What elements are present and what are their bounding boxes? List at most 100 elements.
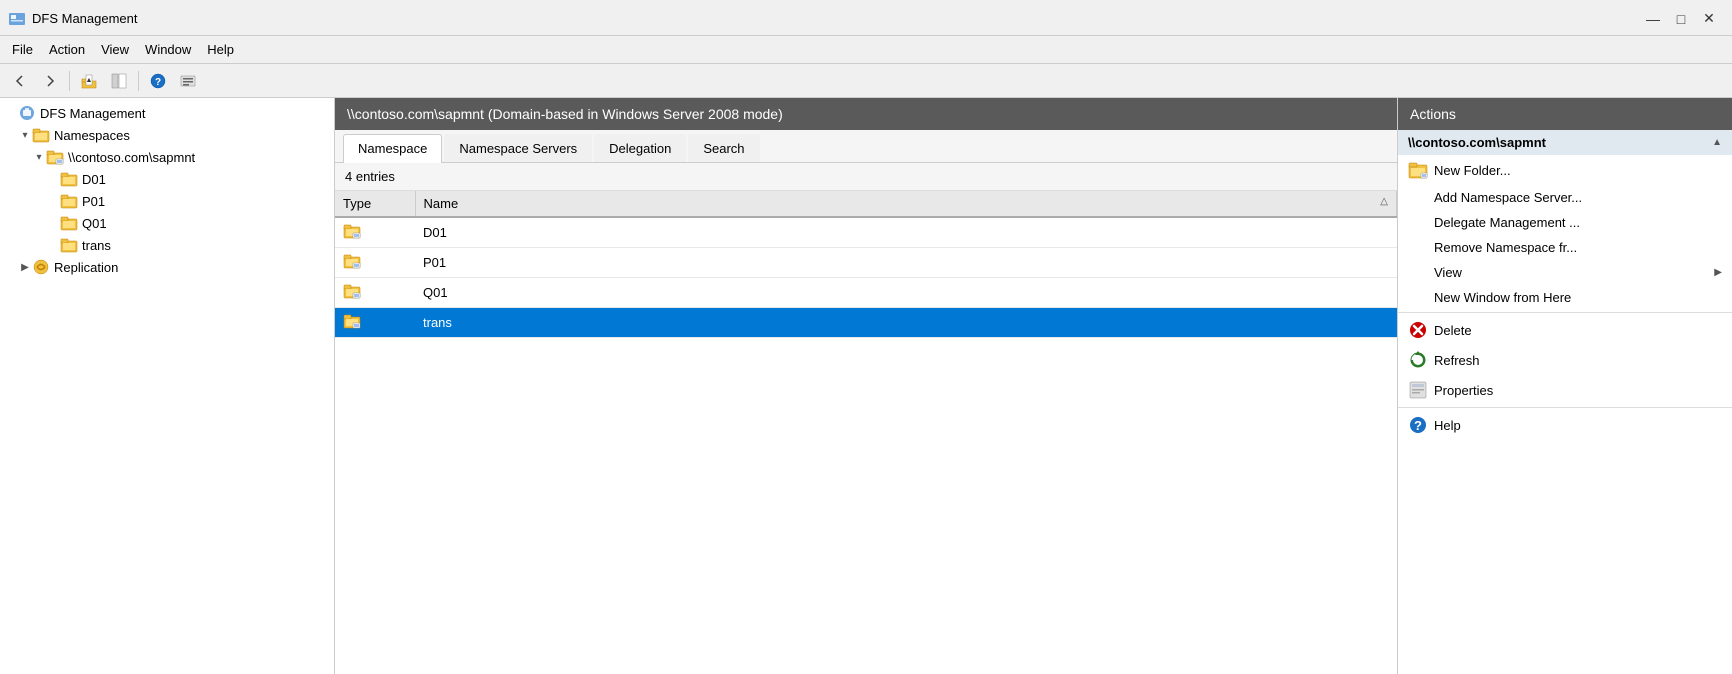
- col-type-label: Type: [343, 196, 371, 211]
- tree-label-replication: Replication: [54, 260, 118, 275]
- actions-section-title-text: \\contoso.com\sapmnt: [1408, 135, 1546, 150]
- table-row[interactable]: Q01: [335, 278, 1397, 308]
- toolbar: ▲ ?: [0, 64, 1732, 98]
- tab-namespace[interactable]: Namespace: [343, 134, 442, 163]
- dfs-management-icon: [18, 104, 36, 122]
- table-header-row: Type Name △: [335, 191, 1397, 217]
- window-controls: — □ ✕: [1640, 9, 1722, 29]
- tree-item-dfs-management[interactable]: DFS Management: [0, 102, 334, 124]
- tree-item-P01[interactable]: P01: [42, 190, 334, 212]
- expand-replication: ▶: [18, 262, 32, 273]
- properties-icon: [1408, 380, 1428, 400]
- folder-trans-icon: [60, 236, 78, 254]
- action-new-folder-label: New Folder...: [1434, 163, 1511, 178]
- action-add-ns-server-label: Add Namespace Server...: [1434, 190, 1582, 205]
- cell-name-q01: Q01: [415, 278, 1397, 308]
- title-bar: DFS Management — □ ✕: [0, 0, 1732, 36]
- expand-namespaces: ▾: [18, 130, 32, 141]
- up-button[interactable]: ▲: [75, 68, 103, 94]
- action-properties[interactable]: Properties: [1398, 375, 1732, 405]
- expand-sapmnt: ▾: [32, 152, 46, 163]
- content-header-text: \\contoso.com\sapmnt (Domain-based in Wi…: [347, 106, 783, 122]
- cell-type-q01: [335, 278, 415, 308]
- refresh-icon: [1408, 350, 1428, 370]
- tree-item-namespaces[interactable]: ▾ Namespaces: [14, 124, 334, 146]
- actions-divider-2: [1398, 407, 1732, 408]
- content-panel: \\contoso.com\sapmnt (Domain-based in Wi…: [335, 98, 1397, 674]
- actions-divider-1: [1398, 312, 1732, 313]
- col-name[interactable]: Name △: [415, 191, 1397, 217]
- maximize-button[interactable]: □: [1668, 9, 1694, 29]
- tree-item-replication[interactable]: ▶ Replication: [14, 256, 334, 278]
- tree-item-trans[interactable]: trans: [42, 234, 334, 256]
- section-collapse-arrow: ▲: [1712, 137, 1722, 148]
- action-new-folder[interactable]: New Folder...: [1398, 155, 1732, 185]
- menu-bar: File Action View Window Help: [0, 36, 1732, 64]
- cell-name-d01: D01: [415, 217, 1397, 248]
- menu-window[interactable]: Window: [137, 40, 199, 59]
- minimize-button[interactable]: —: [1640, 9, 1666, 29]
- table-row[interactable]: trans: [335, 308, 1397, 338]
- tree-item-D01[interactable]: D01: [42, 168, 334, 190]
- action-delete[interactable]: Delete: [1398, 315, 1732, 345]
- tree-label-D01: D01: [82, 172, 106, 187]
- action-help-label: Help: [1434, 418, 1461, 433]
- col-type[interactable]: Type: [335, 191, 415, 217]
- cell-type-trans: [335, 308, 415, 338]
- delete-icon: [1408, 320, 1428, 340]
- help-icon: ?: [1408, 415, 1428, 435]
- close-button[interactable]: ✕: [1696, 9, 1722, 29]
- help-toolbar-button[interactable]: ?: [144, 68, 172, 94]
- app-icon: [8, 10, 26, 28]
- replication-icon: [32, 258, 50, 276]
- forward-button[interactable]: [36, 68, 64, 94]
- show-hide-button[interactable]: [105, 68, 133, 94]
- tree-item-Q01[interactable]: Q01: [42, 212, 334, 234]
- table-row[interactable]: P01: [335, 248, 1397, 278]
- tree-label-namespaces: Namespaces: [54, 128, 130, 143]
- tabs-bar: Namespace Namespace Servers Delegation S…: [335, 130, 1397, 163]
- actions-section-sapmnt[interactable]: \\contoso.com\sapmnt ▲: [1398, 130, 1732, 155]
- action-properties-label: Properties: [1434, 383, 1493, 398]
- action-view[interactable]: View ▶: [1398, 260, 1732, 285]
- menu-view[interactable]: View: [93, 40, 137, 59]
- tab-namespace-servers[interactable]: Namespace Servers: [444, 134, 592, 162]
- action-delegate-management[interactable]: Delegate Management ...: [1398, 210, 1732, 235]
- tab-delegation[interactable]: Delegation: [594, 134, 686, 162]
- action-help[interactable]: ? Help: [1398, 410, 1732, 440]
- row-folder-selected-icon: [343, 312, 361, 330]
- folder-P01-icon: [60, 192, 78, 210]
- action-delegate-label: Delegate Management ...: [1434, 215, 1580, 230]
- tree-label-P01: P01: [82, 194, 105, 209]
- toolbar-separator-2: [138, 71, 139, 91]
- menu-help[interactable]: Help: [199, 40, 242, 59]
- menu-action[interactable]: Action: [41, 40, 93, 59]
- folder-Q01-icon: [60, 214, 78, 232]
- tree-item-sapmnt[interactable]: ▾ \\contoso.com\sapmnt: [28, 146, 334, 168]
- cell-name-trans: trans: [415, 308, 1397, 338]
- back-button[interactable]: [6, 68, 34, 94]
- tab-search[interactable]: Search: [688, 134, 759, 162]
- entries-count: 4 entries: [335, 163, 1397, 191]
- action-new-window[interactable]: New Window from Here: [1398, 285, 1732, 310]
- table-row[interactable]: D01: [335, 217, 1397, 248]
- namespace-table: Type Name △: [335, 191, 1397, 338]
- tree-panel: DFS Management ▾ Namespaces ▾ \\contoso.…: [0, 98, 335, 674]
- menu-file[interactable]: File: [4, 40, 41, 59]
- row-folder-icon: [343, 222, 361, 240]
- tree-label-Q01: Q01: [82, 216, 107, 231]
- action-remove-namespace[interactable]: Remove Namespace fr...: [1398, 235, 1732, 260]
- cell-type-p01: [335, 248, 415, 278]
- svg-text:?: ?: [155, 77, 161, 88]
- action-refresh[interactable]: Refresh: [1398, 345, 1732, 375]
- tree-label-sapmnt: \\contoso.com\sapmnt: [68, 150, 195, 165]
- window-title: DFS Management: [32, 11, 138, 26]
- svg-text:▲: ▲: [86, 77, 93, 84]
- mmc-button[interactable]: [174, 68, 202, 94]
- actions-header-text: Actions: [1410, 106, 1456, 122]
- action-add-namespace-server[interactable]: Add Namespace Server...: [1398, 185, 1732, 210]
- namespace-icon: [46, 148, 64, 166]
- entries-count-text: 4 entries: [345, 169, 395, 184]
- new-folder-icon: [1408, 160, 1428, 180]
- content-header: \\contoso.com\sapmnt (Domain-based in Wi…: [335, 98, 1397, 130]
